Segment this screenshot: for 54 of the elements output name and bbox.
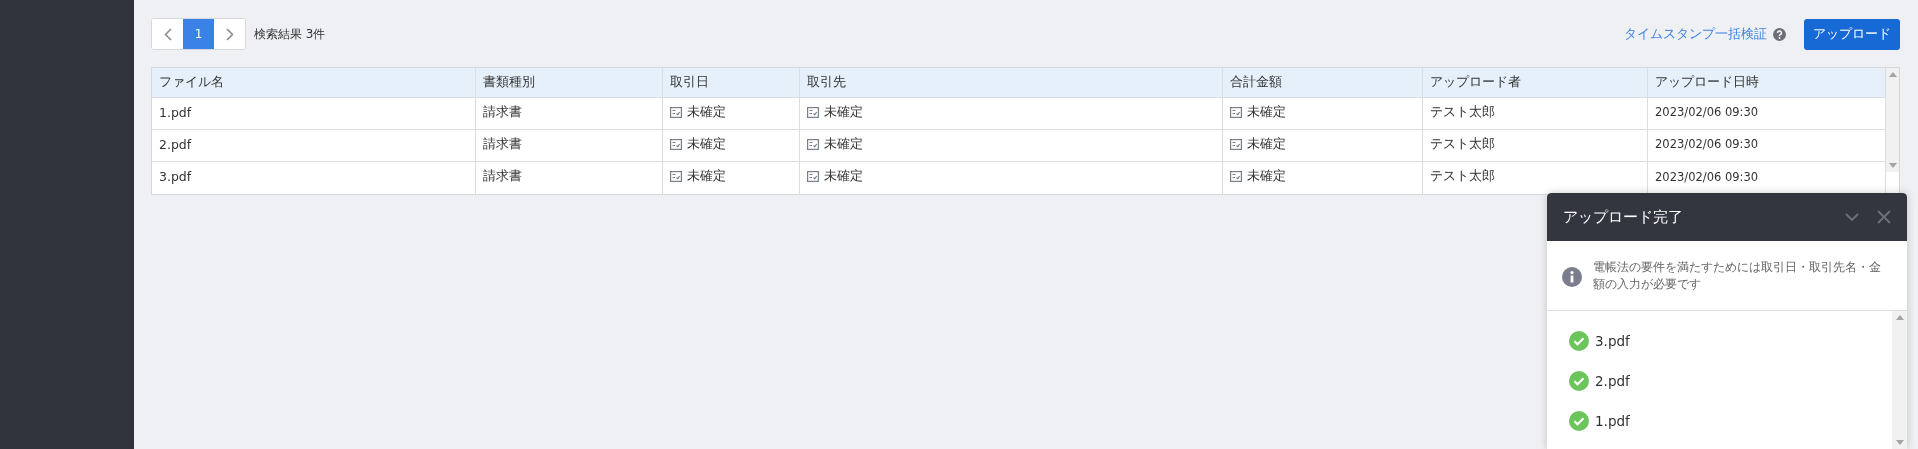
- status-text: 未確定: [824, 103, 863, 121]
- column-header[interactable]: 取引日: [663, 68, 800, 98]
- upload-button[interactable]: アップロード: [1804, 18, 1900, 50]
- checklist-icon: [807, 138, 819, 150]
- status-text: 未確定: [687, 103, 726, 121]
- scroll-up-icon[interactable]: [1888, 72, 1897, 77]
- checklist-icon: [670, 106, 682, 118]
- status-text: 未確定: [1247, 168, 1286, 185]
- column-header[interactable]: アップロード日時: [1648, 68, 1886, 98]
- result-count: 検索結果 3件: [254, 25, 326, 43]
- chevron-left-icon: [163, 27, 172, 41]
- scroll-down-icon[interactable]: [1888, 163, 1897, 168]
- table-cell: 1.pdf: [152, 98, 476, 130]
- status-text: 未確定: [1247, 135, 1286, 153]
- table-cell: 請求書: [476, 130, 663, 162]
- scrollbar[interactable]: [1886, 68, 1899, 172]
- status-text: 未確定: [824, 135, 863, 153]
- table-cell: 3.pdf: [152, 162, 476, 194]
- column-header[interactable]: 書類種別: [476, 68, 663, 98]
- status-text: 未確定: [824, 168, 863, 185]
- chevron-right-icon: [225, 27, 234, 41]
- file-name: 2.pdf: [1595, 373, 1630, 389]
- checklist-icon: [807, 171, 819, 182]
- scrollbar[interactable]: [1892, 311, 1907, 449]
- status-text: 未確定: [687, 135, 726, 153]
- scroll-up-icon[interactable]: [1895, 315, 1904, 320]
- info-icon: [1562, 267, 1582, 287]
- status-text: 未確定: [687, 168, 726, 185]
- column-header[interactable]: ファイル名: [152, 68, 476, 98]
- help-icon[interactable]: [1773, 27, 1786, 41]
- table-cell: テスト太郎: [1423, 98, 1648, 130]
- collapse-icon[interactable]: [1845, 212, 1859, 222]
- table-cell: 請求書: [476, 98, 663, 130]
- table-cell: 2.pdf: [152, 130, 476, 162]
- file-name: 1.pdf: [1595, 413, 1630, 429]
- file-name: 3.pdf: [1595, 333, 1630, 349]
- timestamp-verify-link[interactable]: タイムスタンプ一括検証: [1624, 25, 1767, 43]
- table-cell: 請求書: [476, 162, 663, 194]
- checklist-icon: [1230, 171, 1242, 182]
- column-header[interactable]: 合計金額: [1223, 68, 1423, 98]
- column-header[interactable]: 取引先: [800, 68, 1223, 98]
- page-button[interactable]: 1: [183, 19, 214, 49]
- notice-text: 電帳法の要件を満たすためには取引日・取引先名・金額の入力が必要です: [1593, 259, 1882, 293]
- column-header[interactable]: アップロード者: [1423, 68, 1648, 98]
- checklist-icon: [1230, 106, 1242, 118]
- table-cell: テスト太郎: [1423, 130, 1648, 162]
- scroll-down-icon[interactable]: [1895, 440, 1904, 445]
- checklist-icon: [670, 138, 682, 150]
- status-text: 未確定: [1247, 103, 1286, 121]
- close-icon[interactable]: [1877, 210, 1891, 224]
- checklist-icon: [1230, 138, 1242, 150]
- checklist-icon: [670, 171, 682, 182]
- panel-title: アップロード完了: [1563, 207, 1684, 227]
- checklist-icon: [807, 106, 819, 118]
